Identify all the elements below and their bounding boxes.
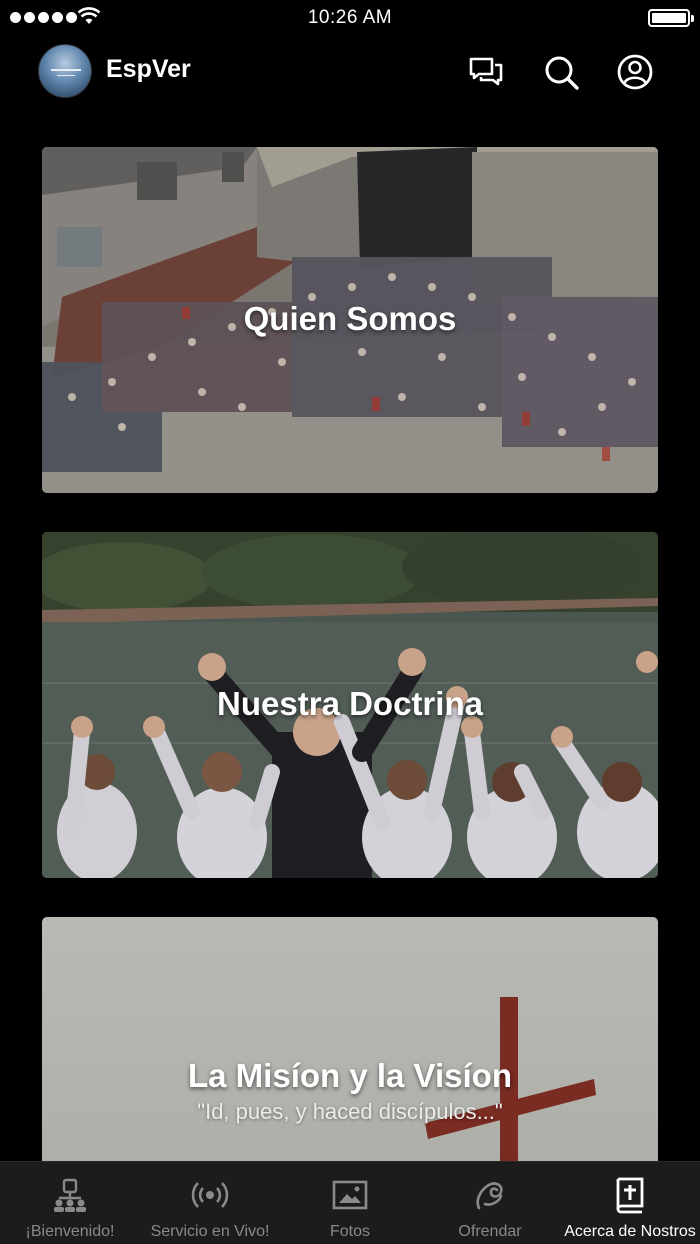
- tab-servicio-en-vivo[interactable]: Servicio en Vivo!: [140, 1162, 280, 1244]
- tab-acerca-de-nostros[interactable]: Acerca de Nostros: [560, 1162, 700, 1244]
- tab-fotos[interactable]: Fotos: [280, 1162, 420, 1244]
- battery-icon: [648, 9, 694, 27]
- tab-ofrendar[interactable]: Ofrendar: [420, 1162, 560, 1244]
- card-quien-somos[interactable]: Quien Somos: [42, 147, 658, 493]
- people-icon: [51, 1176, 89, 1214]
- tab-label: Acerca de Nostros: [564, 1223, 696, 1240]
- app-header: EspVer: [0, 40, 700, 104]
- status-time: 10:26 AM: [307, 7, 393, 28]
- app-title: EspVer: [106, 55, 191, 83]
- tab-label: Ofrendar: [458, 1223, 522, 1240]
- bottom-tab-bar: ¡Bienvenido! Servicio en Vivo! Fotos Ofr…: [0, 1161, 700, 1244]
- church-logo-avatar[interactable]: [38, 44, 92, 98]
- card-title: Quien Somos: [243, 300, 457, 337]
- tab-label: Fotos: [329, 1223, 370, 1240]
- offering-icon: [471, 1176, 509, 1214]
- profile-icon[interactable]: [615, 52, 655, 92]
- broadcast-icon: [191, 1176, 229, 1214]
- status-bar: 10:26 AM: [0, 0, 700, 36]
- card-title: La Misíon y la Visíon: [188, 1057, 512, 1094]
- card-subtitle: "Id, pues, y haced discípulos...": [197, 1099, 503, 1124]
- tab-label: ¡Bienvenido!: [25, 1223, 115, 1240]
- chat-icon[interactable]: [466, 52, 506, 92]
- tab-bienvenido[interactable]: ¡Bienvenido!: [0, 1162, 140, 1244]
- search-icon[interactable]: [541, 52, 581, 92]
- card-title: Nuestra Doctrina: [217, 685, 483, 722]
- card-nuestra-doctrina[interactable]: Nuestra Doctrina: [42, 532, 658, 878]
- photo-icon: [331, 1176, 369, 1214]
- tab-label: Servicio en Vivo!: [150, 1223, 270, 1240]
- card-mision-vision[interactable]: La Misíon y la Visíon "Id, pues, y haced…: [42, 917, 658, 1161]
- bible-icon: [611, 1176, 649, 1214]
